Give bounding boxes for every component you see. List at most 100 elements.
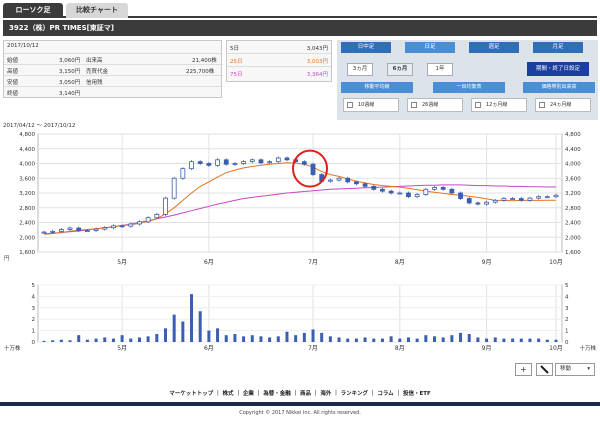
ichimoku-button[interactable]: 一目均衡表	[433, 82, 505, 93]
candle-body	[267, 161, 273, 164]
checkbox-icon	[539, 102, 545, 108]
chart-type-tabs: ローソク足 比較チャート	[3, 3, 597, 18]
y-tick-label-right: 1,600	[565, 250, 581, 256]
stats-row-low: 安値 3,050円 信用残	[4, 75, 223, 86]
x-tick-label-volume: 7月	[308, 345, 318, 352]
ma5-label: 5日	[230, 46, 239, 52]
volume-bar	[242, 336, 246, 342]
volume-bar	[268, 337, 272, 342]
range-6m-button[interactable]: 6ヵ月	[387, 63, 413, 76]
volume-bar	[163, 328, 167, 342]
volume-unit-label-right: 十万株	[579, 344, 596, 352]
x-tick-label: 9月	[482, 259, 492, 266]
candle-body	[527, 197, 533, 201]
tab-candlestick[interactable]: ローソク足	[3, 3, 63, 18]
volume-bar	[415, 338, 419, 342]
tab-monthly[interactable]: 月足	[533, 42, 583, 53]
check-26w[interactable]: 26週線	[407, 98, 463, 112]
volume-bar	[328, 336, 332, 342]
volume-bar	[85, 339, 89, 342]
candle-body	[475, 202, 481, 205]
x-tick-label: 5月	[117, 259, 127, 266]
candle-body	[154, 213, 160, 219]
volume-bar	[467, 334, 471, 342]
candle-body	[388, 190, 394, 194]
range-1y-button[interactable]: 1年	[427, 63, 453, 76]
volume-bar	[51, 340, 55, 342]
zoom-in-button[interactable]: +	[515, 363, 532, 376]
candle-body	[449, 188, 455, 194]
ma-row-5d: 5日 3,043円	[227, 41, 331, 54]
volume-tick-label-right: 5	[565, 283, 569, 289]
volume-bar	[485, 338, 489, 342]
volume-bar	[285, 331, 289, 342]
pen-tool-button[interactable]	[536, 363, 553, 376]
ma75-value: 3,364円	[306, 72, 328, 78]
y-tick-label-right: 3,200	[565, 191, 581, 197]
candle-body	[397, 192, 403, 195]
checkbox-icon	[411, 102, 417, 108]
close-label: 終値	[7, 91, 19, 97]
x-tick-label-volume: 5月	[117, 345, 127, 352]
tab-intraday[interactable]: 日中足	[341, 42, 391, 53]
y-tick-label-left: 4,000	[19, 162, 35, 168]
volume-bar	[424, 335, 428, 342]
tab-compare-chart[interactable]: 比較チャート	[66, 3, 128, 18]
candle-body	[301, 161, 307, 165]
volume-bar	[450, 335, 454, 342]
high-label: 高値	[7, 69, 19, 75]
ma25-label: 25日	[230, 59, 243, 65]
tab-weekly[interactable]: 週足	[469, 42, 519, 53]
candle-body	[423, 188, 429, 195]
y-tick-label-left: 2,000	[19, 235, 35, 241]
y-tick-label-right: 2,000	[565, 235, 581, 241]
moving-average-button[interactable]: 移動平均線	[341, 82, 413, 93]
mode-select[interactable]: 移動 ▾	[555, 363, 595, 376]
footer-bar	[0, 402, 600, 406]
volume-bar	[302, 332, 306, 342]
x-tick-label: 7月	[308, 259, 318, 266]
volume-bar	[77, 335, 81, 342]
y-tick-label-right: 4,800	[565, 132, 581, 138]
range-3m-button[interactable]: 3ヵ月	[347, 63, 373, 76]
volume-bar	[146, 336, 150, 342]
volume-tick-label-left: 2	[32, 317, 36, 323]
candle-body	[67, 227, 73, 230]
volume-bar	[433, 336, 437, 342]
candle-body	[406, 192, 411, 198]
y-tick-label-right: 3,600	[565, 176, 581, 182]
volume-profile-button[interactable]: 価格帯別出来高	[523, 82, 595, 93]
candle-body	[41, 231, 47, 234]
volume-bar	[198, 311, 202, 342]
x-tick-label: 8月	[395, 259, 405, 266]
candle-body	[510, 198, 516, 200]
volume-value: 21,400株	[192, 58, 217, 64]
price-chart[interactable]: 1,600 1,600 2,000 2,000 2,400 2,400 2,800 2,800…	[0, 128, 600, 358]
check-10w[interactable]: 10週線	[343, 98, 399, 112]
volume-bar	[398, 338, 402, 342]
y-tick-label-left: 3,200	[19, 191, 35, 197]
x-tick-label-volume: 10月	[549, 345, 563, 352]
set-period-button[interactable]: 期間・終了日設定	[527, 62, 589, 76]
volume-tick-label-right: 0	[565, 340, 569, 346]
footer-links[interactable]: マーケットトップ ｜ 株式 ｜ 企業 ｜ 為替・金融 ｜ 商品 ｜ 海外 ｜ ラ…	[0, 389, 600, 397]
low-label: 安値	[7, 80, 19, 86]
candle-body	[249, 159, 255, 163]
candle-body	[258, 159, 264, 164]
volume-bar	[363, 337, 367, 342]
open-value: 3,060円	[59, 58, 81, 64]
volume-bar	[493, 337, 497, 342]
candle-body	[501, 198, 507, 201]
candle-body	[189, 161, 194, 170]
candle-body	[327, 179, 333, 182]
volume-tick-label-left: 5	[32, 283, 36, 289]
volume-bar	[346, 338, 350, 342]
check-24m[interactable]: 24ヵ月線	[535, 98, 591, 112]
volume-bar	[137, 337, 141, 342]
x-tick-label-volume: 9月	[482, 345, 492, 352]
check-12m[interactable]: 12ヵ月線	[471, 98, 527, 112]
trading-value: 225,700株	[186, 69, 215, 75]
tab-daily[interactable]: 日足	[405, 42, 455, 53]
candle-body	[275, 157, 281, 163]
checkbox-icon	[347, 102, 353, 108]
